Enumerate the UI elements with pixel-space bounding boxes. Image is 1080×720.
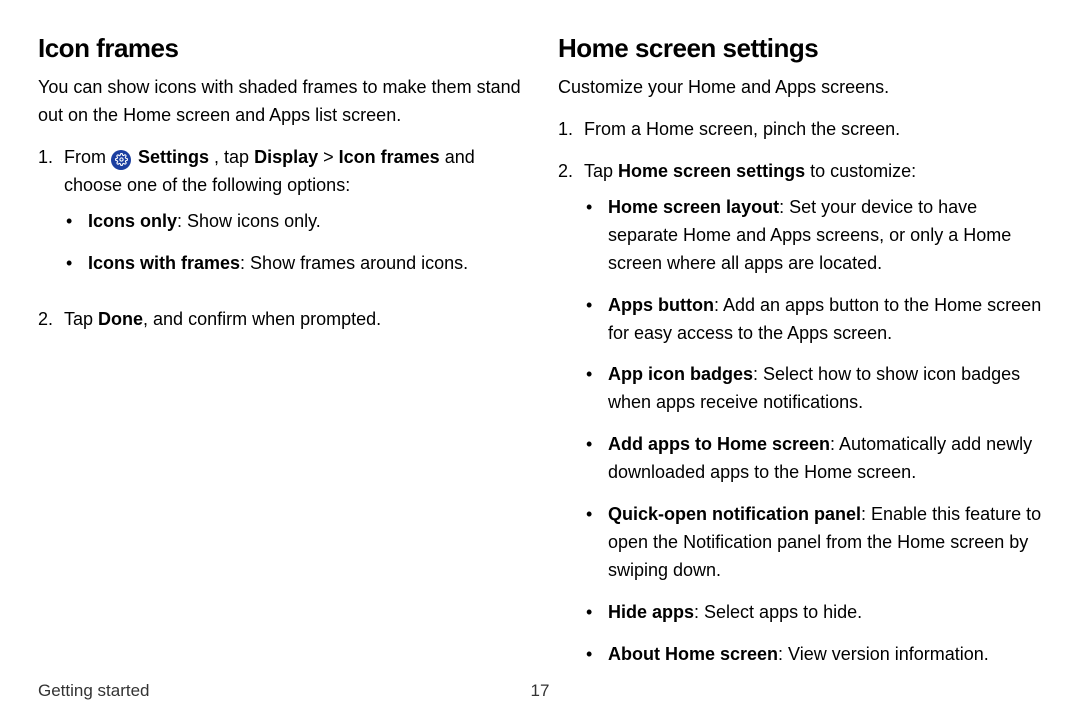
chevron: > bbox=[323, 147, 339, 167]
step-number: 1. bbox=[558, 116, 584, 144]
step-2: 2. Tap Done, and confirm when prompted. bbox=[38, 306, 522, 334]
text: From bbox=[64, 147, 111, 167]
list-item: • Home screen layout: Set your device to… bbox=[584, 194, 1042, 278]
setting-title: Apps button bbox=[608, 295, 714, 315]
text: Tap bbox=[64, 309, 98, 329]
bullet-icon: • bbox=[66, 208, 88, 236]
setting-text: App icon badges: Select how to show icon… bbox=[608, 361, 1042, 417]
option-title: Icons with frames bbox=[88, 253, 240, 273]
heading-home-screen: Home screen settings bbox=[558, 28, 1042, 68]
intro-icon-frames: You can show icons with shaded frames to… bbox=[38, 74, 522, 130]
setting-title: App icon badges bbox=[608, 364, 753, 384]
step-1: 1. From Settings , tap Display > Icon fr… bbox=[38, 144, 522, 292]
settings-icon bbox=[111, 150, 131, 170]
step-body: Tap Done, and confirm when prompted. bbox=[64, 306, 522, 334]
setting-text: Hide apps: Select apps to hide. bbox=[608, 599, 862, 627]
iconframes-label: Icon frames bbox=[339, 147, 440, 167]
step-body: From a Home screen, pinch the screen. bbox=[584, 116, 1042, 144]
display-label: Display bbox=[254, 147, 318, 167]
option-text: Icons only: Show icons only. bbox=[88, 208, 321, 236]
page-footer: Getting started 17 bbox=[38, 678, 1042, 704]
option-text: Icons with frames: Show frames around ic… bbox=[88, 250, 468, 278]
option-title: Icons only bbox=[88, 211, 177, 231]
bullet-icon: • bbox=[586, 361, 608, 417]
bullet-icon: • bbox=[586, 641, 608, 669]
list-item: • About Home screen: View version inform… bbox=[584, 641, 1042, 669]
list-item: • Hide apps: Select apps to hide. bbox=[584, 599, 1042, 627]
step-body: From Settings , tap Display > Icon frame… bbox=[64, 144, 522, 292]
step-body: Tap Home screen settings to customize: •… bbox=[584, 158, 1042, 668]
option-desc: : Show frames around icons. bbox=[240, 253, 468, 273]
list-item: • Apps button: Add an apps button to the… bbox=[584, 292, 1042, 348]
setting-title: Quick-open notification panel bbox=[608, 504, 861, 524]
setting-desc: : Select apps to hide. bbox=[694, 602, 862, 622]
step-2: 2. Tap Home screen settings to customize… bbox=[558, 158, 1042, 668]
list-item: • App icon badges: Select how to show ic… bbox=[584, 361, 1042, 417]
list-item: • Icons only: Show icons only. bbox=[64, 208, 522, 236]
bullet-icon: • bbox=[66, 250, 88, 278]
list-item: • Icons with frames: Show frames around … bbox=[64, 250, 522, 278]
settings-list: • Home screen layout: Set your device to… bbox=[584, 194, 1042, 668]
setting-title: About Home screen bbox=[608, 644, 778, 664]
setting-title: Hide apps bbox=[608, 602, 694, 622]
step-number: 2. bbox=[38, 306, 64, 334]
setting-text: Add apps to Home screen: Automatically a… bbox=[608, 431, 1042, 487]
setting-text: Apps button: Add an apps button to the H… bbox=[608, 292, 1042, 348]
done-label: Done bbox=[98, 309, 143, 329]
step-number: 1. bbox=[38, 144, 64, 292]
left-column: Icon frames You can show icons with shad… bbox=[38, 28, 522, 682]
bullet-icon: • bbox=[586, 599, 608, 627]
setting-title: Add apps to Home screen bbox=[608, 434, 830, 454]
setting-text: Home screen layout: Set your device to h… bbox=[608, 194, 1042, 278]
text: , tap bbox=[214, 147, 254, 167]
heading-icon-frames: Icon frames bbox=[38, 28, 522, 68]
option-desc: : Show icons only. bbox=[177, 211, 321, 231]
footer-section: Getting started bbox=[38, 678, 150, 704]
hss-label: Home screen settings bbox=[618, 161, 805, 181]
text: Tap bbox=[584, 161, 618, 181]
list-item: • Quick-open notification panel: Enable … bbox=[584, 501, 1042, 585]
intro-home-screen: Customize your Home and Apps screens. bbox=[558, 74, 1042, 102]
step-1: 1. From a Home screen, pinch the screen. bbox=[558, 116, 1042, 144]
list-item: • Add apps to Home screen: Automatically… bbox=[584, 431, 1042, 487]
right-column: Home screen settings Customize your Home… bbox=[558, 28, 1042, 682]
bullet-icon: • bbox=[586, 431, 608, 487]
options-list: • Icons only: Show icons only. • Icons w… bbox=[64, 208, 522, 278]
settings-label: Settings bbox=[138, 147, 209, 167]
setting-title: Home screen layout bbox=[608, 197, 779, 217]
footer-page-number: 17 bbox=[531, 678, 550, 704]
bullet-icon: • bbox=[586, 194, 608, 278]
setting-desc: : View version information. bbox=[778, 644, 989, 664]
text: to customize: bbox=[805, 161, 916, 181]
text: , and confirm when prompted. bbox=[143, 309, 381, 329]
setting-text: Quick-open notification panel: Enable th… bbox=[608, 501, 1042, 585]
setting-text: About Home screen: View version informat… bbox=[608, 641, 989, 669]
page-columns: Icon frames You can show icons with shad… bbox=[38, 28, 1042, 682]
bullet-icon: • bbox=[586, 292, 608, 348]
bullet-icon: • bbox=[586, 501, 608, 585]
step-number: 2. bbox=[558, 158, 584, 668]
